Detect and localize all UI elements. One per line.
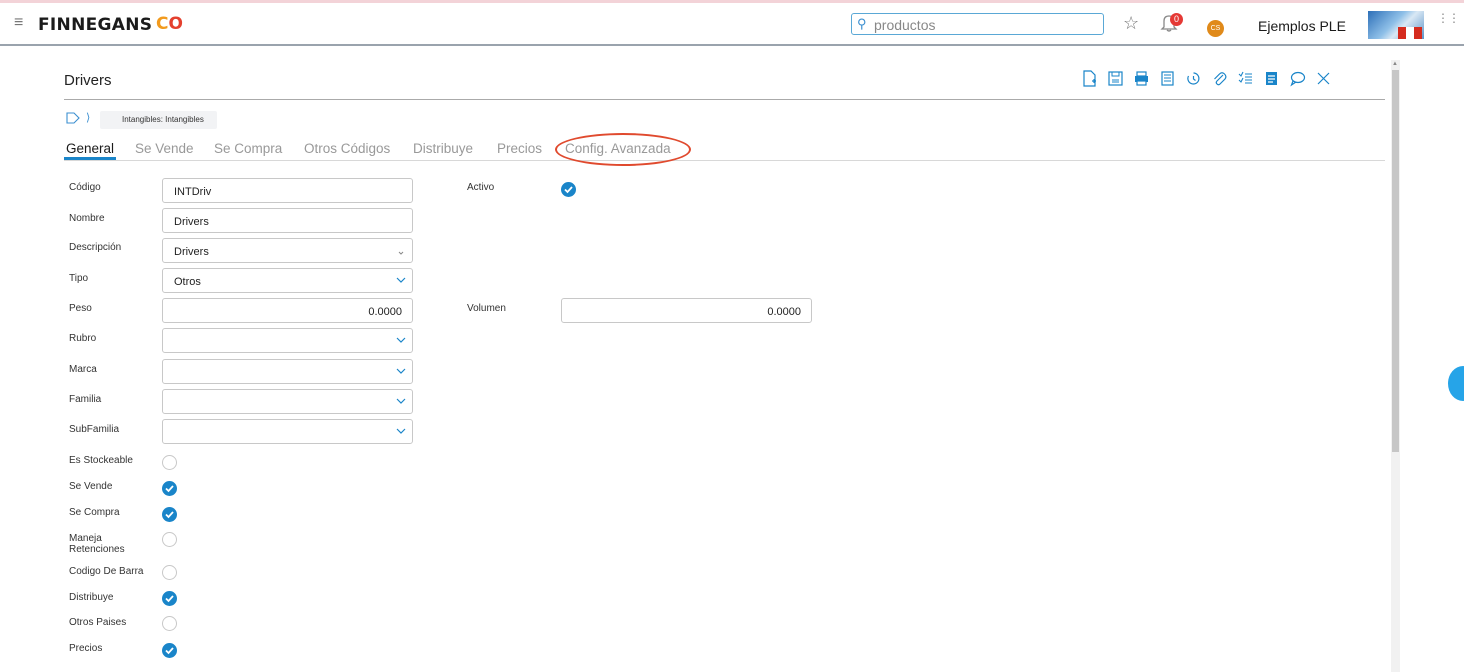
peso-field[interactable]: 0.0000 [162,298,413,323]
label-rubro: Rubro [69,333,97,344]
history-icon[interactable] [1180,66,1206,90]
title-divider [64,99,1385,100]
label-tipo: Tipo [69,273,89,284]
chevron-down-icon [398,251,404,255]
nombre-field[interactable]: Drivers [162,208,413,233]
label-familia: Familia [69,394,102,405]
label-codigo: Código [69,182,101,193]
label-peso: Peso [69,303,92,314]
label-se-vende: Se Vende [69,481,113,492]
codigo-de-barra-checkbox[interactable] [162,565,177,580]
subfamilia-select[interactable] [162,419,413,444]
familia-select[interactable] [162,389,413,414]
tab-otros-codigos[interactable]: Otros Códigos [304,141,390,156]
chevron-down-icon [396,368,406,374]
user-avatar[interactable]: CS [1207,20,1224,37]
checkmark-icon [165,595,174,603]
label-marca: Marca [69,364,97,375]
highlight-circle [555,133,691,166]
print-icon[interactable] [1128,66,1154,90]
label-activo: Activo [467,182,495,193]
volumen-field[interactable]: 0.0000 [561,298,812,323]
app-logo[interactable]: FINNEGANS [38,15,152,35]
scroll-up-icon[interactable]: ▲ [1392,61,1398,67]
tag-icon [66,112,80,124]
label-subfamilia: SubFamilia [69,424,120,435]
search-box[interactable]: ⚲ [851,13,1104,35]
country-flag-icon[interactable] [1368,11,1424,39]
tab-se-compra[interactable]: Se Compra [214,141,282,156]
side-panel-button[interactable] [1448,366,1464,401]
new-document-icon[interactable] [1076,66,1102,90]
document-icon[interactable] [1154,66,1180,90]
tab-general[interactable]: General [66,141,114,156]
label-volumen: Volumen [467,303,506,314]
checkmark-icon [165,485,174,493]
page-title: Drivers [64,72,112,89]
tabs-divider [64,160,1385,161]
attach-icon[interactable] [1206,66,1232,90]
activo-checkbox[interactable] [561,182,576,197]
label-nombre: Nombre [69,213,105,224]
marca-select[interactable] [162,359,413,384]
chevron-down-icon [396,277,406,283]
descripcion-field[interactable]: Drivers [162,238,413,263]
distribuye-checkbox[interactable] [162,591,177,606]
checkmark-icon [165,511,174,519]
apps-grid-icon[interactable]: ⋮⋮⋮ [1437,12,1464,24]
otros-paises-checkbox[interactable] [162,616,177,631]
label-retenciones: Retenciones [69,544,125,555]
rubro-select[interactable] [162,328,413,353]
top-bar: ≡ FINNEGANS CO ⚲ ☆ 0 CS Ejemplos PLE ⋮⋮⋮ [0,3,1464,46]
notification-badge: 0 [1170,13,1183,26]
se-vende-checkbox[interactable] [162,481,177,496]
es-stockeable-checkbox[interactable] [162,455,177,470]
tipo-select[interactable]: Otros [162,268,413,293]
se-compra-checkbox[interactable] [162,507,177,522]
label-descripcion: Descripción [69,242,122,253]
comment-icon[interactable] [1284,66,1310,90]
codigo-field[interactable]: INTDriv [162,178,413,203]
label-maneja: Maneja [69,533,102,544]
breadcrumb[interactable]: Intangibles: Intangibles [100,111,217,129]
tab-distribuye[interactable]: Distribuye [413,141,473,156]
label-distribuye: Distribuye [69,592,114,603]
tab-se-vende[interactable]: Se Vende [135,141,194,156]
record-toolbar [1076,66,1336,90]
hamburger-menu-icon[interactable]: ≡ [14,14,23,32]
save-icon[interactable] [1102,66,1128,90]
company-selector[interactable]: Ejemplos PLE [1258,18,1346,34]
tab-precios[interactable]: Precios [497,141,542,156]
label-otros-paises: Otros Paises [69,617,127,628]
precios-checkbox[interactable] [162,643,177,658]
checkmark-icon [564,186,573,194]
chevron-down-icon [396,398,406,404]
search-icon: ⚲ [857,16,867,31]
checkmark-icon [165,647,174,655]
label-se-compra: Se Compra [69,507,120,518]
notes-icon[interactable] [1258,66,1284,90]
search-input[interactable] [874,16,1099,33]
label-precios: Precios [69,643,103,654]
checklist-icon[interactable] [1232,66,1258,90]
chevron-down-icon [396,428,406,434]
logo-mark-icon: CO [156,14,183,34]
breadcrumb-chevron-icon: ⟩ [86,112,91,124]
label-codigo-de-barra: Codigo De Barra [69,566,144,577]
close-icon[interactable] [1310,66,1336,90]
favorite-star-icon[interactable]: ☆ [1123,13,1139,34]
scrollbar-thumb[interactable] [1392,70,1399,452]
chevron-down-icon [396,337,406,343]
label-es-stockeable: Es Stockeable [69,455,133,466]
maneja-retenciones-checkbox[interactable] [162,532,177,547]
